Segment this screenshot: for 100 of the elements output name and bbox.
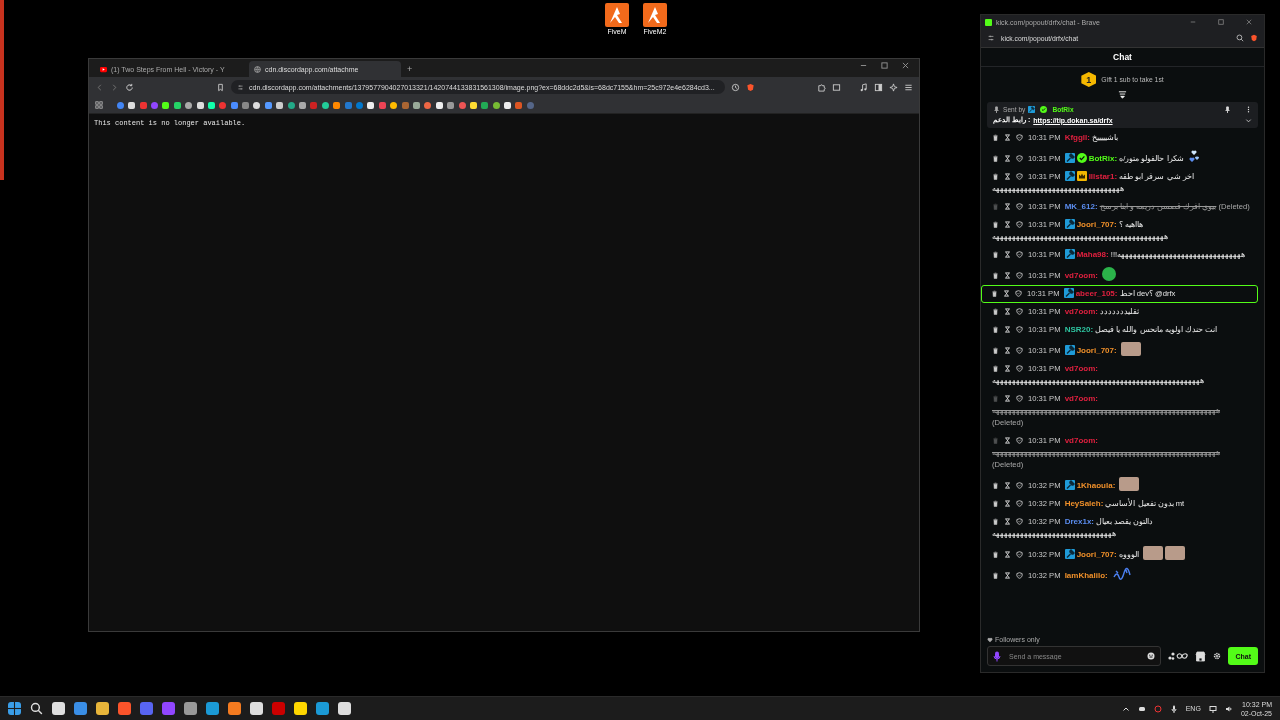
delete-icon[interactable] [992,518,999,525]
microphone-icon[interactable] [1169,704,1178,713]
hourglass-icon[interactable] [1004,347,1011,354]
username[interactable]: vd7oom: [1064,394,1098,403]
emoji-icon[interactable] [1147,652,1156,660]
username[interactable]: NSR20: [1064,325,1094,334]
shield-icon[interactable] [1016,221,1023,228]
delete-icon[interactable] [992,572,999,579]
zoom-icon[interactable] [1236,34,1244,42]
search-icon[interactable] [30,702,43,715]
delete-icon[interactable] [992,500,999,507]
delete-icon[interactable] [991,290,998,297]
shield-icon[interactable] [1016,518,1023,525]
delete-icon[interactable] [992,365,999,372]
hourglass-icon[interactable] [1004,326,1011,333]
taskbar-app-icon[interactable] [250,702,263,715]
delete-icon[interactable] [992,251,999,258]
shield-icon[interactable] [1016,173,1023,180]
shield-icon[interactable] [1016,500,1023,507]
shield-icon[interactable] [1016,326,1023,333]
shield-icon[interactable] [1016,251,1023,258]
taskbar-app-icon[interactable] [52,702,65,715]
taskbar-app-icon[interactable] [294,702,307,715]
hourglass-icon[interactable] [1004,173,1011,180]
hourglass-icon[interactable] [1004,272,1011,279]
volume-icon[interactable] [1224,704,1233,713]
hourglass-icon[interactable] [1004,482,1011,489]
hourglass-icon[interactable] [1004,251,1011,258]
hourglass-icon[interactable] [1004,395,1011,402]
shield-icon[interactable] [1016,203,1023,210]
shield-icon[interactable] [1016,347,1023,354]
maximize-icon[interactable] [881,62,888,69]
close-icon[interactable] [902,62,909,69]
history-icon[interactable] [731,82,740,92]
username[interactable]: Joori_707: [1076,550,1117,559]
hourglass-icon[interactable] [1004,308,1011,315]
site-settings-icon[interactable] [987,34,995,42]
taskbar-app-icon[interactable] [96,702,109,715]
collapse-icon[interactable] [1118,90,1127,99]
app-shortcut-icon[interactable] [643,3,667,27]
username[interactable]: Joori_707: [1076,346,1117,355]
sparkle-icon[interactable] [889,82,898,92]
taskbar-app-icon[interactable] [162,702,175,715]
emote-picker-icon[interactable] [1168,651,1189,661]
hourglass-icon[interactable] [1004,365,1011,372]
store-icon[interactable] [1195,650,1207,662]
username[interactable]: abeer_105: [1075,289,1118,298]
hourglass-icon[interactable] [1004,500,1011,507]
delete-icon[interactable] [992,326,999,333]
taskbar-app-icon[interactable] [206,702,219,715]
username[interactable]: Kfggll: [1064,133,1090,142]
username[interactable]: MK_612: [1064,202,1098,211]
shield-icon[interactable] [1016,395,1023,402]
username[interactable]: vd7oom: [1064,364,1098,373]
username[interactable]: IamKhalilo: [1064,571,1108,580]
delete-icon[interactable] [992,221,999,228]
taskbar-app-icon[interactable] [184,702,197,715]
shield-icon[interactable] [1016,572,1023,579]
shield-icon[interactable] [1016,308,1023,315]
shield-icon[interactable] [1016,365,1023,372]
taskbar-app-icon[interactable] [140,702,153,715]
username[interactable]: Joori_707: [1076,220,1117,229]
delete-icon[interactable] [992,551,999,558]
reload-icon[interactable] [125,82,134,92]
hourglass-icon[interactable] [1003,290,1010,297]
taskbar-app-icon[interactable] [118,702,131,715]
close-icon[interactable] [1246,19,1252,25]
username[interactable]: vd7oom: [1064,271,1098,280]
hourglass-icon[interactable] [1004,518,1011,525]
shield-icon[interactable] [1016,482,1023,489]
hourglass-icon[interactable] [1004,221,1011,228]
shield-icon[interactable] [1016,551,1023,558]
hourglass-icon[interactable] [1004,551,1011,558]
username[interactable]: HeySaleh: [1064,499,1104,508]
settings-icon[interactable] [1213,652,1222,660]
menu-icon[interactable] [904,82,913,92]
taskbar-app-icon[interactable] [338,702,351,715]
shield-icon[interactable] [1016,272,1023,279]
shield-icon[interactable] [1016,155,1023,162]
delete-icon[interactable] [992,482,999,489]
app-shortcut-icon[interactable] [605,3,629,27]
username[interactable]: lllstar1: [1088,172,1118,181]
username[interactable]: Drex1x: [1064,517,1094,526]
username[interactable]: Maha98: [1076,250,1109,259]
delete-icon[interactable] [992,173,999,180]
hourglass-icon[interactable] [1004,437,1011,444]
username[interactable]: 1Khaoula: [1076,481,1116,490]
hourglass-icon[interactable] [1004,134,1011,141]
new-tab-button[interactable]: + [403,64,417,77]
minimize-icon[interactable] [860,62,867,69]
username[interactable]: vd7oom: [1064,436,1098,445]
maximize-icon[interactable] [1218,19,1224,25]
more-options-icon[interactable] [1245,106,1252,113]
shield-icon[interactable] [746,82,755,92]
music-icon[interactable] [859,82,868,92]
hourglass-icon[interactable] [1004,203,1011,210]
username[interactable]: BotRix: [1088,154,1118,163]
hourglass-icon[interactable] [1004,572,1011,579]
wallet-icon[interactable] [832,82,841,92]
start-icon[interactable] [8,702,21,715]
